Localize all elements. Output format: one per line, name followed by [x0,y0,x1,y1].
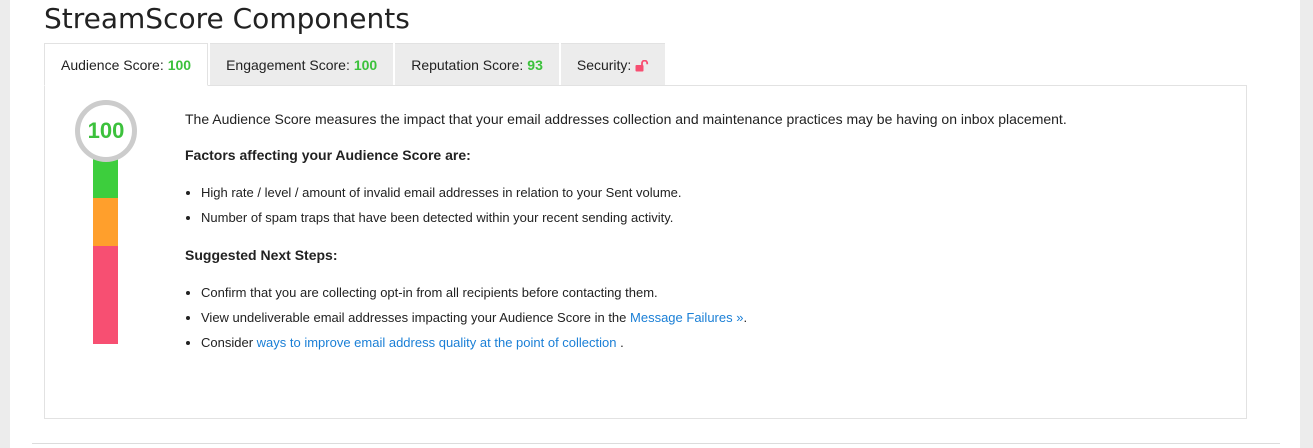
tab-score: 100 [167,56,192,73]
tab-reputation-score[interactable]: Reputation Score: 93 [395,43,559,85]
steps-list: Confirm that you are collecting opt-in f… [185,280,1085,355]
factors-list: High rate / level / amount of invalid em… [185,180,1085,230]
score-tabs: Audience Score: 100 Engagement Score: 10… [44,43,667,86]
gauge-value: 100 [87,118,125,143]
improve-quality-link[interactable]: ways to improve email address quality at… [257,335,617,350]
intro-text: The Audience Score measures the impact t… [185,111,1067,127]
steps-heading: Suggested Next Steps: [185,247,338,263]
list-item: Consider ways to improve email address q… [201,330,1085,355]
tab-label: Security: [576,56,632,73]
tab-engagement-score[interactable]: Engagement Score: 100 [210,43,394,85]
tab-score: 93 [527,56,543,73]
list-item: View undeliverable email addresses impac… [201,305,1085,330]
step-text: View undeliverable email addresses impac… [201,310,631,325]
tab-label: Reputation Score: [411,56,524,73]
gauge-bar-red [93,246,118,344]
list-item: High rate / level / amount of invalid em… [201,180,1085,205]
gauge-bar-green [93,156,118,198]
tab-audience-score[interactable]: Audience Score: 100 [44,43,209,86]
gauge-bar-orange [93,198,118,246]
step-text: . [743,310,748,325]
audience-score-panel: 100 The Audience Score measures the impa… [44,85,1247,419]
message-failures-link[interactable]: Message Failures » [630,310,743,325]
gauge-circle: 100 [75,100,137,162]
divider [32,443,1280,444]
step-text: . [616,335,624,350]
page-title: StreamScore Components [44,2,410,35]
tab-score: 100 [353,56,378,73]
tab-security[interactable]: Security: [560,43,666,85]
score-description: The Audience Score measures the impact t… [185,108,1085,355]
step-text: Consider [201,335,257,350]
score-gauge: 100 [75,100,137,344]
unlock-icon [635,59,649,71]
tab-label: Engagement Score: [226,56,350,73]
factors-heading: Factors affecting your Audience Score ar… [185,147,471,163]
tab-label: Audience Score: [61,56,164,73]
list-item: Confirm that you are collecting opt-in f… [201,280,1085,305]
list-item: Number of spam traps that have been dete… [201,205,1085,230]
